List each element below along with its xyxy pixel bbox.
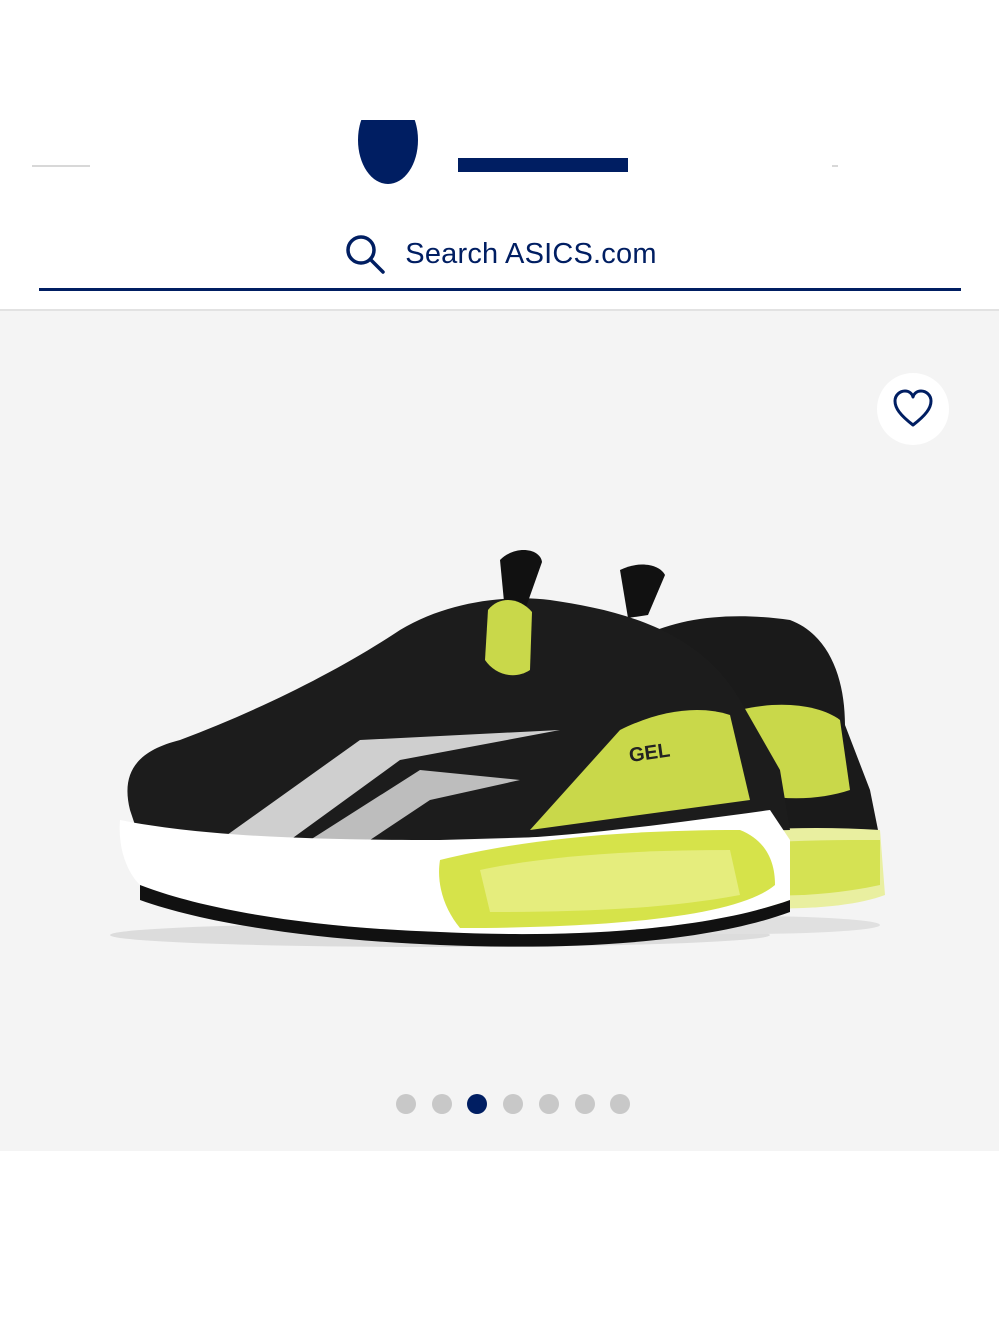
gallery-dot-3[interactable] — [467, 1094, 487, 1114]
search-placeholder: Search ASICS.com — [405, 237, 657, 270]
site-header: Search ASICS.com — [0, 0, 999, 310]
gallery-dot-1[interactable] — [396, 1094, 416, 1114]
header-line-right — [832, 165, 838, 167]
asics-logo[interactable] — [340, 120, 660, 190]
menu-line — [32, 165, 90, 167]
gallery-dot-7[interactable] — [610, 1094, 630, 1114]
page-blank-area — [0, 1151, 999, 1333]
heart-icon — [893, 389, 933, 427]
gallery-dot-5[interactable] — [539, 1094, 559, 1114]
search-bar[interactable]: Search ASICS.com — [39, 220, 961, 291]
product-shoe-image: GEL — [110, 550, 885, 947]
search-icon — [346, 235, 386, 274]
gallery-dot-6[interactable] — [575, 1094, 595, 1114]
gallery-dot-2[interactable] — [432, 1094, 452, 1114]
gallery-pagination — [0, 1094, 999, 1116]
favorite-button[interactable] — [877, 373, 949, 445]
gallery-dot-4[interactable] — [503, 1094, 523, 1114]
